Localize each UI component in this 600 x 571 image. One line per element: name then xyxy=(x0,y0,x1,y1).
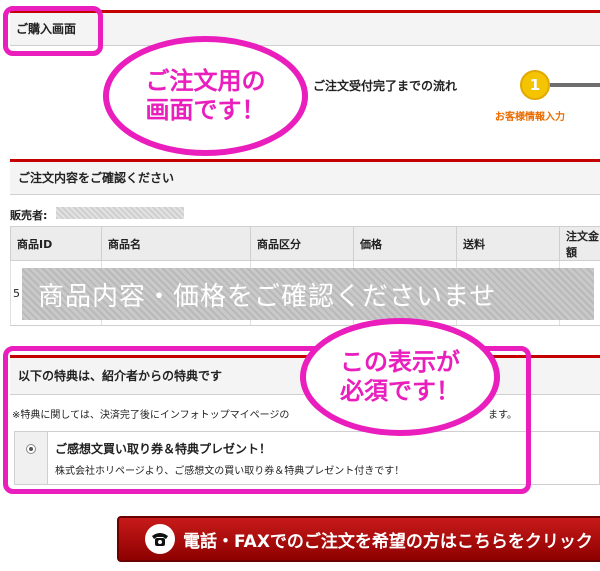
col-order-total: 注文金額 xyxy=(559,226,600,261)
confirm-overlay-band: 商品内容・価格をご確認くださいませ xyxy=(22,268,594,320)
title-highlight-box xyxy=(3,6,103,56)
callout-top-line1: ご注文用の xyxy=(145,66,266,96)
seller-label: 販売者: xyxy=(10,209,48,222)
confirm-overlay-text: 商品内容・価格をご確認くださいませ xyxy=(38,281,497,312)
flow-label: ご注文受付完了までの流れ xyxy=(313,79,458,93)
order-section-bar: ご注文内容をご確認ください xyxy=(10,162,600,195)
cta-label: 電話・FAXでのご注文を希望の方はこちらをクリック xyxy=(183,531,593,552)
step-progress-line xyxy=(550,83,600,87)
col-shipping: 送料 xyxy=(456,226,560,261)
step-number: 1 xyxy=(529,76,541,94)
order-table-header-row: 商品ID 商品名 商品区分 価格 送料 注文金額 xyxy=(10,226,600,261)
col-product-id: 商品ID xyxy=(10,226,102,261)
step-1-circle: 1 xyxy=(520,70,550,100)
col-product-name: 商品名 xyxy=(101,226,251,261)
col-product-category: 商品区分 xyxy=(250,226,354,261)
order-section-title: ご注文内容をご確認ください xyxy=(18,171,175,185)
seller-name-redacted xyxy=(56,207,184,219)
step-label: お客様情報入力 xyxy=(495,112,565,123)
callout-order-screen: ご注文用の 画面です！ xyxy=(103,36,308,156)
callout-bottom-line1: この表示が xyxy=(340,347,460,377)
callout-top-line2: 画面です！ xyxy=(145,95,266,124)
col-price: 価格 xyxy=(353,226,457,261)
callout-required: この表示が 必須です！ xyxy=(300,318,500,436)
callout-bottom-line2: 必須です！ xyxy=(340,376,460,405)
telephone-icon xyxy=(145,524,175,554)
phone-fax-order-button[interactable]: 電話・FAXでのご注文を希望の方はこちらをクリック xyxy=(117,516,600,562)
